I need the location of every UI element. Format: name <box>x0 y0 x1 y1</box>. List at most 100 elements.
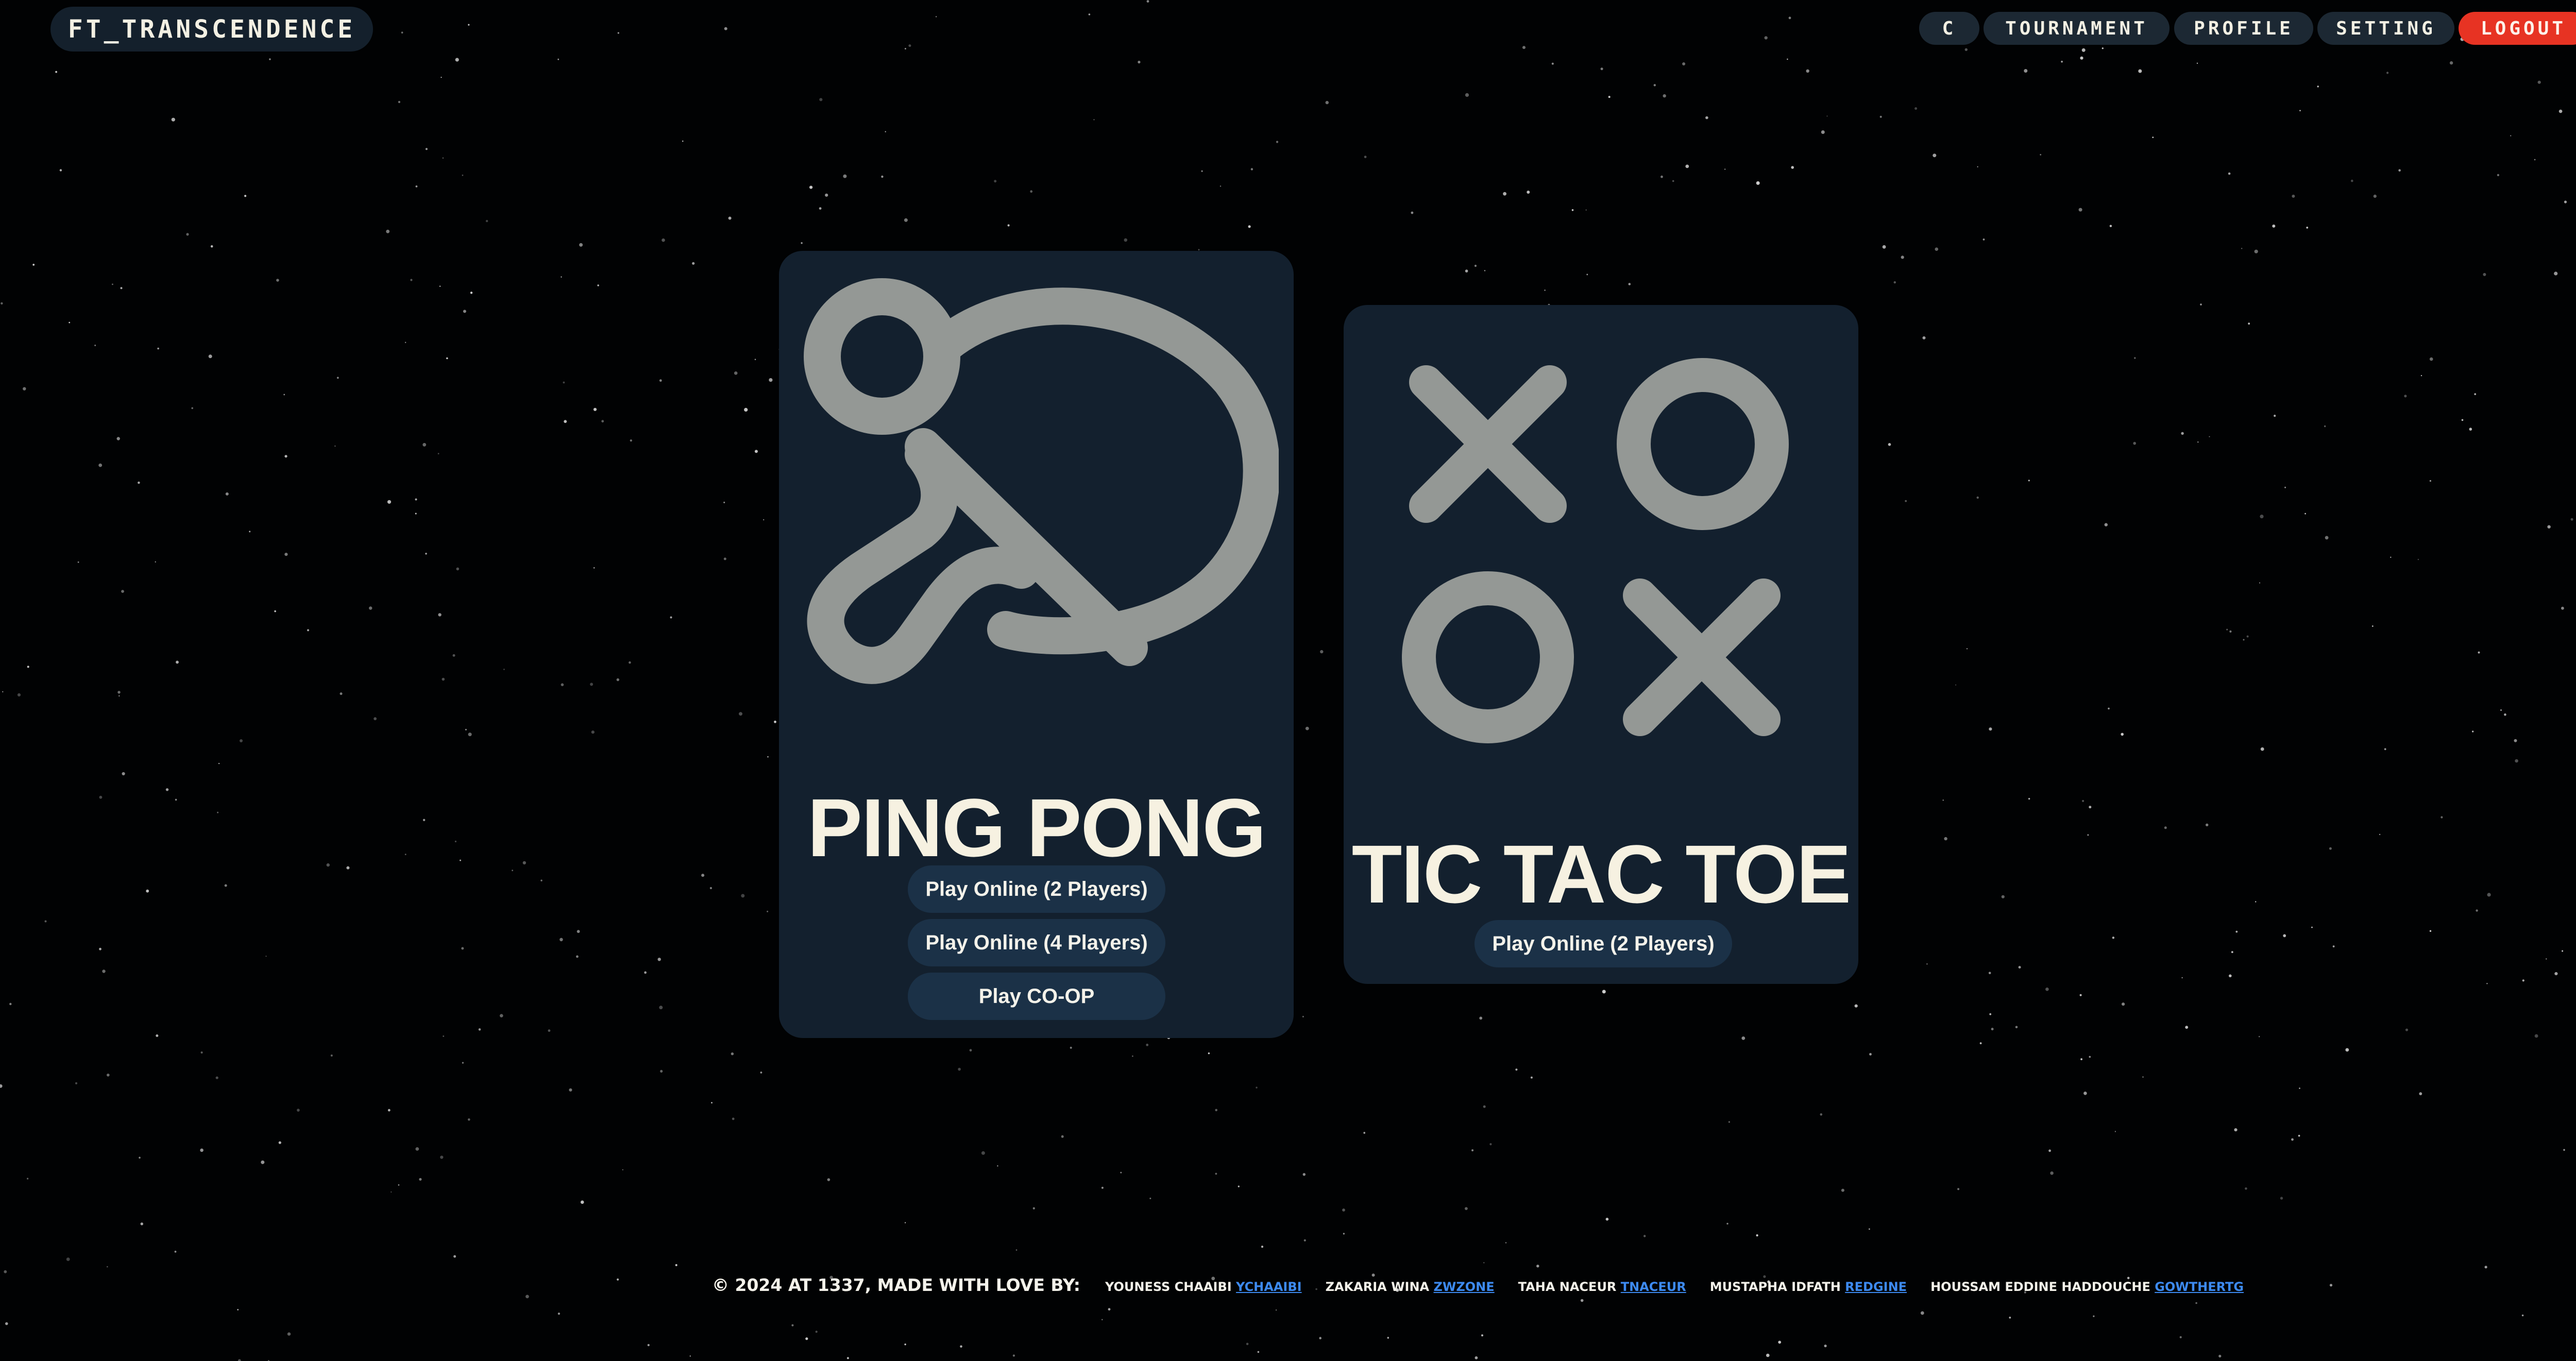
play-online-4-players-button[interactable]: Play Online (4 Players) <box>908 919 1165 966</box>
star <box>1791 166 1794 169</box>
star <box>2558 109 2563 113</box>
star <box>2561 606 2564 610</box>
star <box>1250 168 1253 171</box>
star <box>1869 1228 1870 1230</box>
star <box>307 629 309 632</box>
star <box>1465 1207 1468 1211</box>
star <box>2260 747 2264 751</box>
star <box>210 245 213 248</box>
star <box>739 712 742 716</box>
author-handle-link[interactable]: GOWTHERTG <box>2155 1280 2244 1294</box>
star <box>2562 950 2564 952</box>
author-credit: YOUNESS CHAAIBI YCHAAIBI <box>1105 1280 1302 1294</box>
star <box>2050 1171 2054 1175</box>
star <box>2121 733 2124 736</box>
star <box>398 1184 400 1186</box>
star <box>617 32 619 34</box>
author-name: TAHA NACEUR <box>1518 1280 1617 1294</box>
author-name: YOUNESS CHAAIBI <box>1105 1280 1232 1294</box>
star <box>116 437 120 440</box>
star <box>2259 1036 2260 1037</box>
star <box>522 861 526 865</box>
star <box>454 840 457 843</box>
star <box>577 930 580 933</box>
star <box>2292 194 2295 198</box>
star <box>819 98 823 101</box>
star <box>2537 80 2541 84</box>
star <box>2080 1058 2083 1061</box>
star <box>2510 135 2512 137</box>
star <box>904 1343 906 1346</box>
star <box>419 1178 422 1181</box>
star <box>2235 930 2238 933</box>
star <box>1905 500 1907 502</box>
star <box>1820 1113 1823 1116</box>
star <box>1411 211 1414 214</box>
star <box>1246 1342 1249 1346</box>
logout-button[interactable]: LOGOUT <box>2459 12 2576 45</box>
nav-setting-button[interactable]: SETTING <box>2317 12 2454 45</box>
star <box>2497 174 2499 176</box>
star <box>94 345 96 346</box>
star <box>2245 1187 2247 1190</box>
nav-tournament-button[interactable]: TOURNAMENT <box>1984 12 2170 45</box>
star <box>404 342 406 343</box>
star <box>2521 1314 2524 1317</box>
star <box>224 884 227 887</box>
star <box>2329 847 2332 850</box>
star <box>334 445 336 447</box>
star <box>2081 48 2086 52</box>
star <box>1756 181 1760 185</box>
star <box>2441 816 2443 819</box>
star <box>846 1357 849 1359</box>
star <box>415 1147 419 1151</box>
star <box>754 359 756 361</box>
ping-pong-paddle-icon <box>804 278 1279 684</box>
star <box>617 1278 619 1281</box>
star <box>1475 1356 1478 1359</box>
star <box>1530 1076 1533 1079</box>
star <box>1070 1046 1072 1049</box>
star <box>557 1313 560 1315</box>
star <box>2028 480 2030 482</box>
star <box>422 819 426 822</box>
star <box>27 1178 29 1180</box>
star <box>2515 759 2518 763</box>
star <box>2001 895 2005 898</box>
star <box>2504 713 2506 716</box>
author-handle-link[interactable]: TNACEUR <box>1621 1280 1686 1294</box>
star <box>59 169 62 172</box>
play-co-op-button[interactable]: Play CO-OP <box>908 973 1165 1020</box>
star <box>1933 154 1937 158</box>
star <box>657 958 661 961</box>
star <box>9 1002 12 1006</box>
author-handle-link[interactable]: REDGINE <box>1845 1280 1907 1294</box>
star <box>1922 336 1926 339</box>
play-online-2-players-button[interactable]: Play Online (2 Players) <box>1475 920 1732 967</box>
author-handle-link[interactable]: ZWZONE <box>1434 1280 1495 1294</box>
nav-profile-button[interactable]: PROFILE <box>2174 12 2313 45</box>
play-online-2-players-button[interactable]: Play Online (2 Players) <box>908 865 1165 913</box>
star <box>2405 1028 2409 1031</box>
star <box>1120 1171 1122 1173</box>
star <box>1893 281 1896 284</box>
tic-tac-toe-icon <box>1402 358 1789 743</box>
star <box>503 669 505 670</box>
star <box>1982 239 1985 241</box>
star <box>1219 185 1222 187</box>
nav-c-button[interactable]: C <box>1919 12 1979 45</box>
star <box>2181 977 2183 979</box>
star <box>340 692 343 695</box>
star <box>560 938 563 942</box>
star <box>2404 395 2407 398</box>
author-handle-link[interactable]: YCHAAIBI <box>1236 1280 1302 1294</box>
star <box>580 1200 584 1204</box>
star <box>1728 1121 1730 1123</box>
star <box>461 947 464 950</box>
star <box>1505 1242 1507 1244</box>
star <box>1319 1337 1321 1339</box>
star <box>1854 1004 1858 1008</box>
star <box>2164 826 2167 829</box>
author-credit: HOUSSAM EDDINE HADDOUCHE GOWTHERTG <box>1930 1280 2244 1294</box>
site-logo[interactable]: FT_TRANSCENDENCE <box>50 7 373 52</box>
